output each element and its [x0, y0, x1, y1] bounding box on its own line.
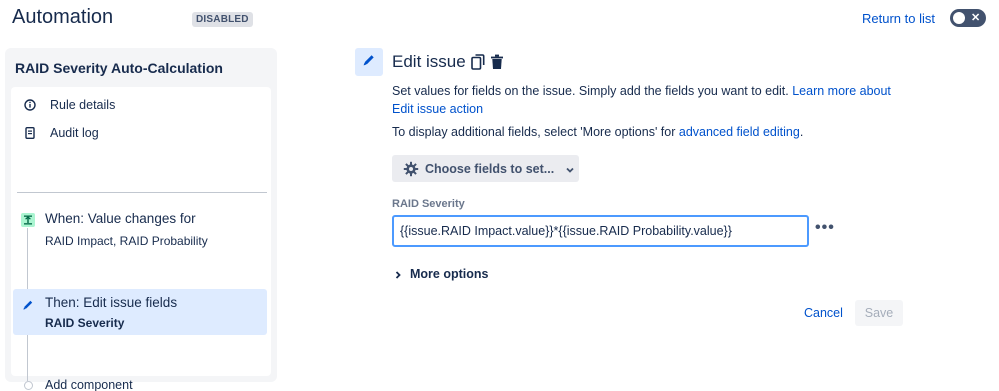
advanced-suffix: .: [799, 125, 804, 139]
chevron-down-icon: [565, 164, 575, 174]
add-component-dot: [24, 381, 33, 390]
action-detail: RAID Severity: [45, 316, 125, 330]
cancel-button[interactable]: Cancel: [796, 300, 851, 326]
pencil-icon: [361, 52, 377, 73]
gear-icon: [403, 161, 419, 177]
nav-item-audit-log[interactable]: Audit log: [23, 123, 99, 143]
edit-issue-badge: [355, 48, 383, 76]
more-actions-icon[interactable]: •••: [815, 219, 835, 237]
rule-panel: RAID Severity Auto-Calculation Rule deta…: [5, 48, 277, 391]
add-component-button[interactable]: Add component: [45, 378, 133, 391]
field-label-raid-severity: RAID Severity: [392, 198, 465, 210]
nav-item-label: Audit log: [50, 126, 99, 140]
choose-fields-label: Choose fields to set...: [425, 161, 555, 176]
advanced-text: To display additional fields, select 'Mo…: [392, 125, 679, 139]
trigger-title[interactable]: When: Value changes for: [45, 211, 196, 226]
flow-connector: [27, 335, 28, 381]
pencil-icon: [21, 298, 35, 312]
editor-title: Edit issue: [392, 52, 466, 71]
return-to-list-link[interactable]: Return to list: [862, 11, 935, 26]
description-text: Set values for fields on the issue. Simp…: [392, 84, 793, 98]
action-item-edit-issue[interactable]: Then: Edit issue fields RAID Severity: [13, 289, 267, 335]
save-button[interactable]: Save: [855, 300, 903, 326]
close-icon: ✕: [971, 12, 981, 24]
choose-fields-button[interactable]: Choose fields to set...: [392, 155, 579, 182]
rule-card: Rule details Audit log When: Value chang…: [11, 87, 271, 391]
info-icon: [23, 98, 37, 112]
trigger-icon: [21, 213, 35, 227]
flow-connector: [27, 228, 28, 289]
raid-severity-input[interactable]: [392, 215, 809, 247]
document-icon: [23, 126, 37, 140]
trash-icon[interactable]: [490, 54, 504, 70]
rule-enable-toggle[interactable]: ✕: [950, 9, 986, 27]
status-badge: DISABLED: [192, 12, 253, 27]
chevron-right-icon: [394, 269, 402, 279]
page-title: Automation: [12, 6, 114, 28]
editor-description: Set values for fields on the issue. Simp…: [392, 82, 912, 118]
trigger-detail: RAID Impact, RAID Probability: [45, 234, 208, 248]
action-title: Then: Edit issue fields: [45, 295, 178, 310]
more-options-toggle[interactable]: More options: [394, 267, 488, 281]
nav-item-rule-details[interactable]: Rule details: [23, 95, 115, 115]
advanced-hint: To display additional fields, select 'Mo…: [392, 125, 803, 139]
more-options-label: More options: [410, 267, 489, 281]
copy-icon[interactable]: [471, 54, 485, 70]
advanced-field-editing-link[interactable]: advanced field editing: [679, 125, 800, 139]
divider: [17, 192, 267, 193]
nav-item-label: Rule details: [50, 98, 116, 112]
rule-name: RAID Severity Auto-Calculation: [15, 60, 223, 76]
toggle-knob: [953, 12, 965, 24]
